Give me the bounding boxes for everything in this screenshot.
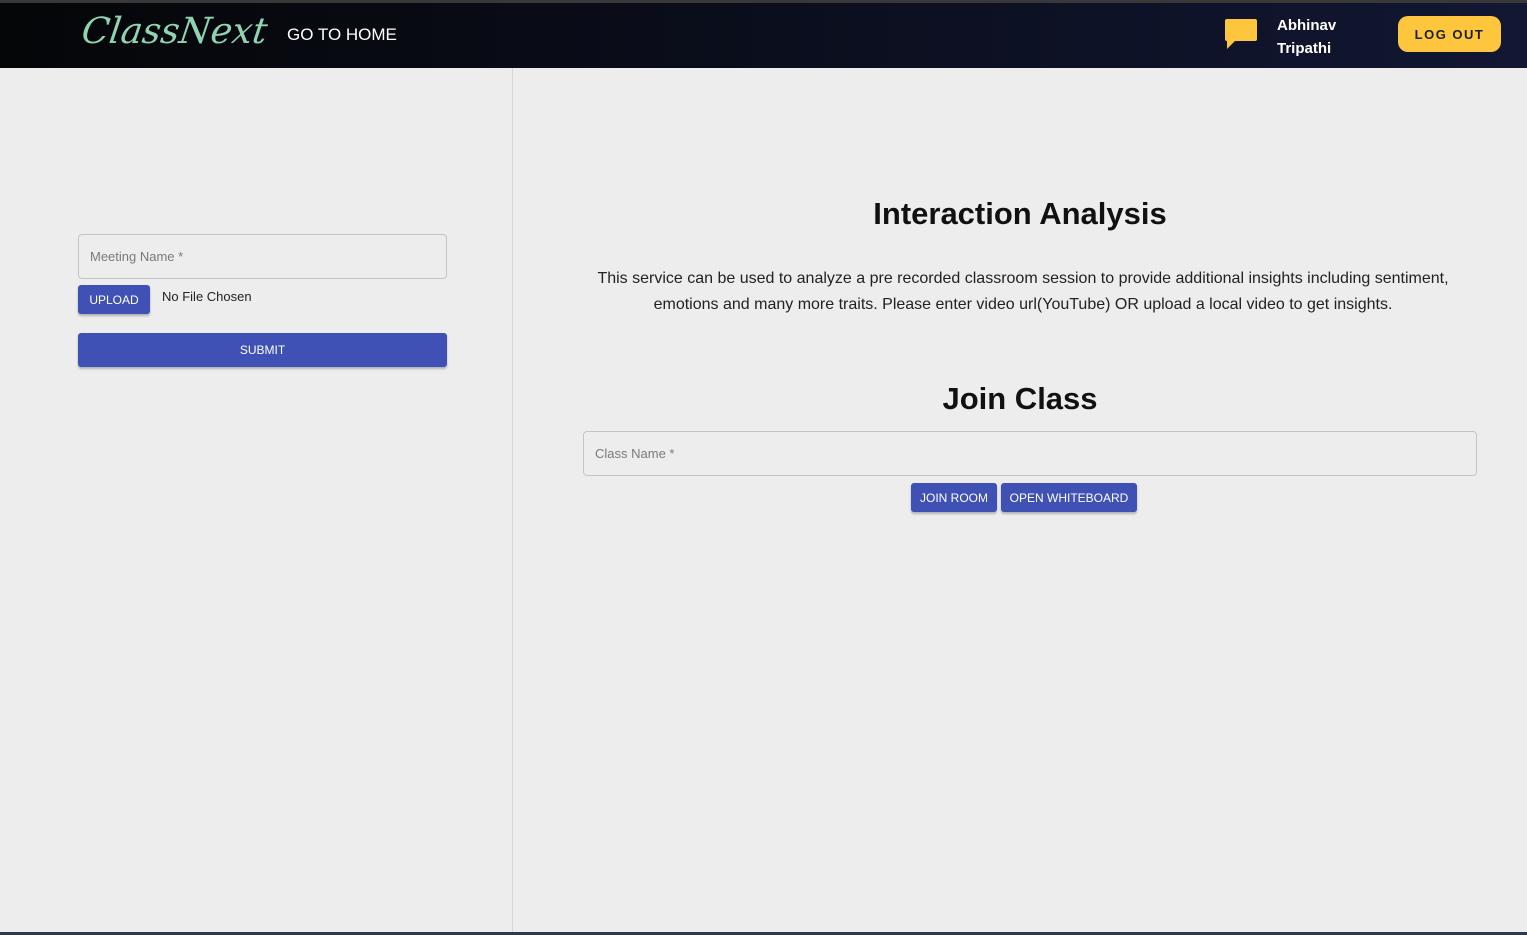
top-navbar: ClassNext GO TO HOME Abhinav Tripathi LO… [0, 3, 1527, 68]
open-whiteboard-button[interactable]: OPEN WHITEBOARD [1001, 483, 1137, 512]
main-content-panel: Interaction Analysis This service can be… [513, 68, 1527, 932]
go-to-home-link[interactable]: GO TO HOME [287, 25, 397, 45]
submit-button[interactable]: SUBMIT [78, 333, 447, 367]
interaction-analysis-description: This service can be used to analyze a pr… [597, 270, 1449, 313]
user-last-name: Tripathi [1277, 40, 1332, 57]
class-name-field[interactable] [583, 431, 1477, 476]
interaction-upload-panel: UPLOAD No File Chosen SUBMIT [0, 68, 513, 932]
meeting-name-input[interactable] [79, 235, 446, 278]
user-name: Abhinav Tripathi [1277, 14, 1367, 60]
app-logo[interactable]: ClassNext [79, 11, 270, 52]
join-class-title: Join Class [942, 381, 1098, 416]
interaction-analysis-title: Interaction Analysis [873, 196, 1167, 231]
logout-button[interactable]: LOG OUT [1398, 16, 1501, 52]
user-first-name: Abhinav [1277, 17, 1337, 34]
file-status-text: No File Chosen [162, 289, 252, 304]
class-name-input[interactable] [584, 432, 1476, 475]
meeting-name-field[interactable] [78, 234, 447, 279]
join-room-button[interactable]: JOIN ROOM [911, 483, 997, 512]
chat-bubble-icon[interactable] [1223, 17, 1259, 51]
upload-button[interactable]: UPLOAD [78, 285, 150, 314]
